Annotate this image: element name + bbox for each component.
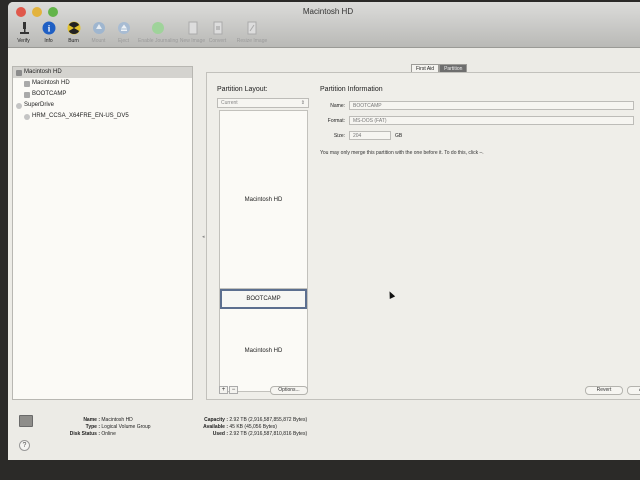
partition-add-remove: + − — [219, 386, 238, 394]
merge-message: You may only merge this partition with t… — [320, 150, 484, 156]
microscope-icon — [16, 20, 32, 36]
title-bar: Macintosh HD Verify i Info Burn Mount Ej… — [8, 2, 640, 48]
info-status-row: Disk Status : Online — [69, 431, 116, 437]
volume-icon — [24, 91, 30, 98]
convert-icon — [210, 20, 226, 36]
partition-layout-title: Partition Layout: — [217, 86, 268, 93]
partition-segment-macintosh-hd-2[interactable]: Macintosh HD — [220, 309, 307, 393]
info-icon: i — [41, 20, 57, 36]
new-image-button[interactable]: New Image — [180, 20, 205, 44]
sidebar-item-superdrive[interactable]: SuperDrive — [13, 100, 192, 111]
info-type-row: Type : Logical Volume Group — [85, 424, 151, 430]
info-capacity-row: Capacity : 2.92 TB (2,916,587,855,872 By… — [204, 417, 308, 423]
help-button[interactable]: ? — [19, 440, 30, 451]
options-button[interactable]: Options... — [270, 386, 308, 395]
hard-disk-icon — [19, 415, 33, 427]
window-title: Macintosh HD — [302, 7, 354, 16]
mount-button[interactable]: Mount — [87, 20, 110, 44]
mount-icon — [91, 20, 107, 36]
disk-info-bar: ? Name : Macintosh HD Type : Logical Vol… — [8, 404, 640, 458]
add-partition-button[interactable]: + — [219, 386, 228, 394]
sidebar-item-macintosh-hd[interactable]: Macintosh HD — [13, 67, 192, 78]
optical-drive-icon — [16, 102, 22, 109]
remove-partition-button[interactable]: − — [229, 386, 238, 394]
format-select[interactable]: MS-DOS (FAT) — [349, 116, 634, 125]
info-available-row: Available : 45 KB (45,056 Bytes) — [203, 424, 277, 430]
info-name-row: Name : Macintosh HD — [83, 417, 133, 423]
revert-button[interactable]: Revert — [585, 386, 623, 395]
partition-layout-select[interactable]: Current ⇕ — [217, 98, 309, 108]
partition-segment-macintosh-hd[interactable]: Macintosh HD — [220, 111, 307, 289]
size-unit: GB — [395, 133, 403, 139]
new-image-icon — [185, 20, 201, 36]
partition-segment-bootcamp[interactable]: BOOTCAMP — [220, 289, 307, 309]
journaling-icon — [150, 20, 166, 36]
burn-button[interactable]: Burn — [62, 20, 85, 44]
eject-icon — [116, 20, 132, 36]
verify-button[interactable]: Verify — [12, 20, 35, 44]
burn-icon — [66, 20, 82, 36]
name-label: Name: — [330, 103, 345, 109]
sidebar-item-macintosh-hd-volume[interactable]: Macintosh HD — [13, 78, 192, 89]
name-field[interactable]: BOOTCAMP — [349, 101, 634, 110]
format-label: Format: — [327, 118, 345, 124]
disk-utility-window: Macintosh HD Verify i Info Burn Mount Ej… — [8, 2, 640, 460]
split-resize-handle[interactable]: ◂ — [202, 234, 205, 240]
resize-image-button[interactable]: Resize Image — [231, 20, 273, 44]
toolbar: Verify i Info Burn Mount Eject Enable Jo… — [12, 20, 273, 44]
apply-button[interactable]: Ap — [627, 386, 640, 395]
size-label: Size: — [333, 133, 345, 139]
disk-icon — [16, 69, 22, 76]
sidebar-item-dvd[interactable]: HRM_CCSA_X64FRE_EN-US_DV5 — [13, 111, 192, 122]
sidebar-item-bootcamp[interactable]: BOOTCAMP — [13, 89, 192, 100]
disk-sidebar: Macintosh HD Macintosh HD BOOTCAMP Super… — [12, 66, 193, 400]
volume-icon — [24, 80, 30, 87]
resize-image-icon — [244, 20, 260, 36]
convert-button[interactable]: Convert — [206, 20, 229, 44]
enable-journaling-button[interactable]: Enable Journaling — [137, 20, 179, 44]
partition-map: Macintosh HD BOOTCAMP Macintosh HD — [219, 110, 308, 392]
partition-information-title: Partition Information — [320, 86, 383, 93]
dvd-icon — [24, 113, 30, 120]
eject-button[interactable]: Eject — [112, 20, 135, 44]
info-used-row: Used : 2.92 TB (2,916,587,810,816 Bytes) — [212, 431, 308, 437]
size-field[interactable]: 204 — [349, 131, 391, 140]
info-button[interactable]: i Info — [37, 20, 60, 44]
chevron-down-icon: ⇕ — [300, 100, 305, 106]
